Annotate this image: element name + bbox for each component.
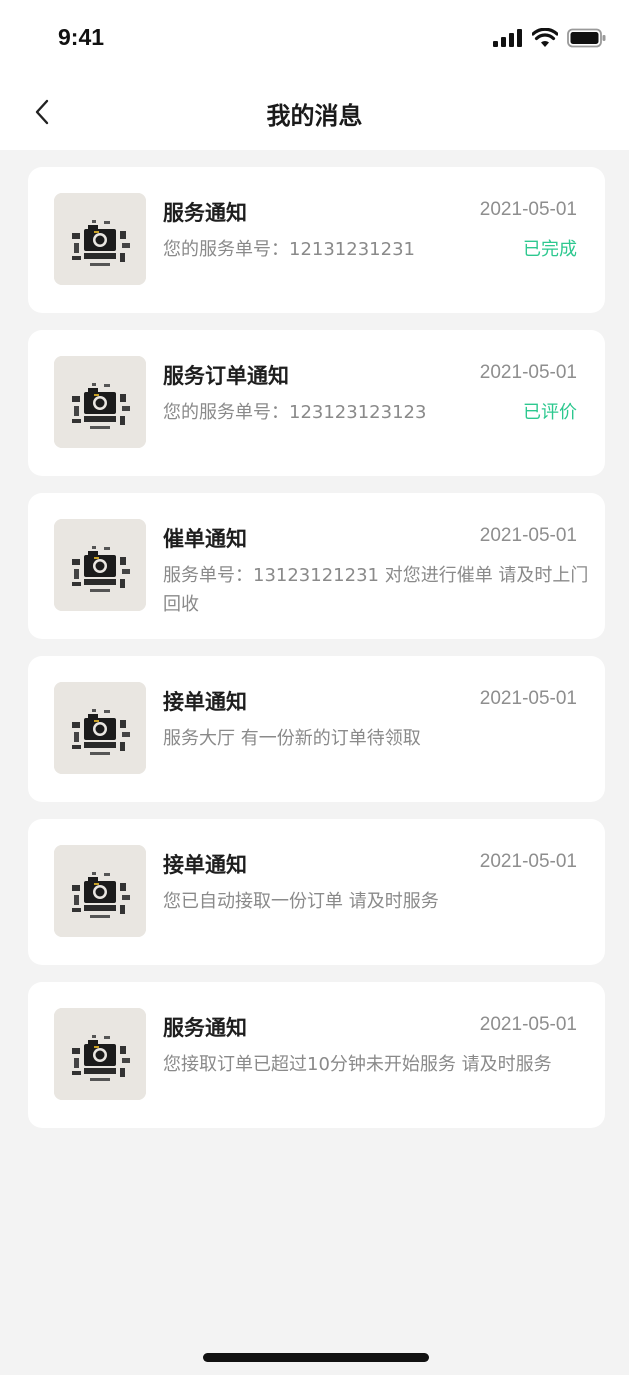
message-date: 2021-05-01 <box>479 688 577 709</box>
message-thumbnail <box>54 519 146 611</box>
page-title: 我的消息 <box>266 102 363 130</box>
status-bar: 9:41 <box>0 0 629 80</box>
message-title: 服务订单通知 <box>163 364 289 388</box>
message-list: 服务通知 2021-05-01 您的服务单号：12131231231 已完成 服务订单… <box>28 167 605 1145</box>
message-title: 服务通知 <box>163 201 247 225</box>
message-title: 催单通知 <box>163 527 247 551</box>
message-thumbnail <box>54 356 146 448</box>
message-body: 服务单号：13123121231 对您进行催单 请及时上门回收 <box>163 565 589 615</box>
message-body: 服务大厅 有一份新的订单待领取 <box>163 728 421 749</box>
message-date: 2021-05-01 <box>479 851 577 872</box>
message-date: 2021-05-01 <box>479 199 577 220</box>
signal-icon <box>493 29 522 47</box>
message-body: 您接取订单已超过10分钟未开始服务 请及时服务 <box>163 1054 552 1075</box>
message-thumbnail <box>54 845 146 937</box>
message-title: 接单通知 <box>163 690 247 714</box>
status-time: 9:41 <box>58 24 105 50</box>
message-card[interactable]: 服务订单通知 2021-05-01 您的服务单号：123123123123 已评价 <box>28 330 605 476</box>
wifi-icon <box>532 28 558 47</box>
message-body: 您的服务单号：123123123123 <box>163 402 427 423</box>
message-date: 2021-05-01 <box>479 525 577 546</box>
status-icons <box>493 28 607 48</box>
message-card[interactable]: 接单通知 2021-05-01 您已自动接取一份订单 请及时服务 <box>28 819 605 965</box>
battery-icon <box>567 28 606 48</box>
message-status: 已评价 <box>523 402 577 423</box>
message-body: 您已自动接取一份订单 请及时服务 <box>163 891 439 912</box>
message-card[interactable]: 服务通知 2021-05-01 您接取订单已超过10分钟未开始服务 请及时服务 <box>28 982 605 1128</box>
message-date: 2021-05-01 <box>479 362 577 383</box>
message-title: 服务通知 <box>163 1016 247 1040</box>
message-status: 已完成 <box>523 239 577 260</box>
message-thumbnail <box>54 682 146 774</box>
home-indicator <box>203 1353 429 1362</box>
message-date: 2021-05-01 <box>479 1014 577 1035</box>
message-card[interactable]: 催单通知 2021-05-01 服务单号：13123121231 对您进行催单 请及… <box>28 493 605 639</box>
message-body: 您的服务单号：12131231231 <box>163 239 415 260</box>
message-thumbnail <box>54 1008 146 1100</box>
nav-bar: 我的消息 <box>0 80 629 150</box>
message-title: 接单通知 <box>163 853 247 877</box>
message-card[interactable]: 服务通知 2021-05-01 您的服务单号：12131231231 已完成 <box>28 167 605 313</box>
message-thumbnail <box>54 193 146 285</box>
message-card[interactable]: 接单通知 2021-05-01 服务大厅 有一份新的订单待领取 <box>28 656 605 802</box>
